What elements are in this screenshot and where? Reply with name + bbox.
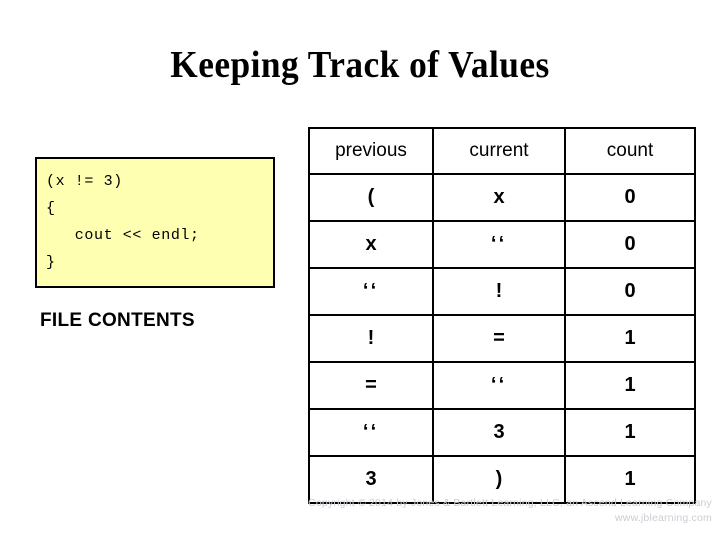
- cell-current: !: [432, 267, 566, 316]
- footer-website: www.jblearning.com: [615, 512, 712, 524]
- table-row: ! = 1: [308, 314, 696, 363]
- page-title: Keeping Track of Values: [170, 44, 550, 86]
- cell-current: 3: [432, 408, 566, 457]
- table-row: x ‘‘ 0: [308, 220, 696, 269]
- column-header-current: current: [432, 127, 566, 175]
- cell-previous: x: [308, 220, 434, 269]
- cell-current: =: [432, 314, 566, 363]
- column-header-previous: previous: [308, 127, 434, 175]
- table-row: ‘‘ 3 1: [308, 408, 696, 457]
- cell-current: ‘‘: [432, 361, 566, 410]
- table-row: ( x 0: [308, 173, 696, 222]
- cell-previous: =: [308, 361, 434, 410]
- cell-count: 1: [564, 361, 696, 410]
- code-snippet-panel: (x != 3) { cout << endl; }: [35, 157, 275, 288]
- slide-canvas: Keeping Track of Values (x != 3) { cout …: [0, 0, 720, 540]
- footer: Copyright © 2014 by Jones & Bartlett Lea…: [0, 496, 720, 526]
- code-snippet-text: (x != 3) { cout << endl; }: [46, 173, 200, 271]
- cell-previous: (: [308, 173, 434, 222]
- cell-previous: ‘‘: [308, 267, 434, 316]
- cell-count: 0: [564, 220, 696, 269]
- cell-current: x: [432, 173, 566, 222]
- table-row: ‘‘ ! 0: [308, 267, 696, 316]
- footer-copyright: Copyright © 2014 by Jones & Bartlett Lea…: [308, 497, 712, 509]
- column-header-count: count: [564, 127, 696, 175]
- cell-previous: !: [308, 314, 434, 363]
- cell-count: 0: [564, 173, 696, 222]
- cell-current: ‘‘: [432, 220, 566, 269]
- cell-count: 1: [564, 314, 696, 363]
- file-contents-label: FILE CONTENTS: [40, 310, 195, 331]
- table-header-row: previous current count: [308, 127, 696, 175]
- table-row: = ‘‘ 1: [308, 361, 696, 410]
- cell-count: 0: [564, 267, 696, 316]
- trace-table: previous current count ( x 0 x ‘‘ 0 ‘‘ !…: [308, 127, 696, 504]
- cell-previous: ‘‘: [308, 408, 434, 457]
- trace-table-container: previous current count ( x 0 x ‘‘ 0 ‘‘ !…: [308, 127, 696, 504]
- cell-count: 1: [564, 408, 696, 457]
